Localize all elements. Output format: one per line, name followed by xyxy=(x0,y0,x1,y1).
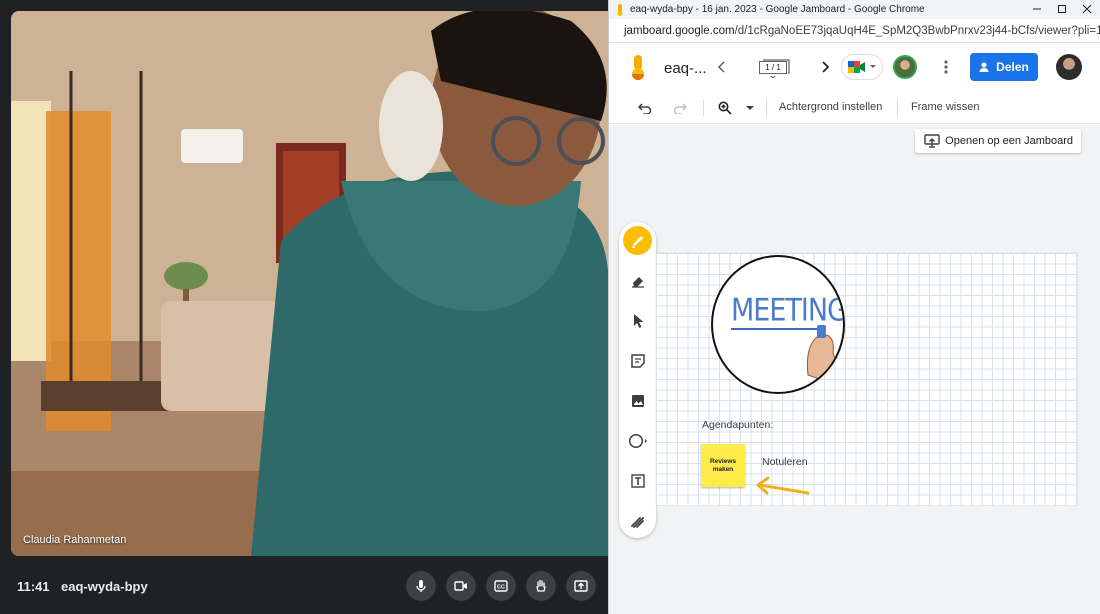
hand-drawn-arrow[interactable] xyxy=(752,475,812,499)
meeting-image[interactable]: MEETING xyxy=(711,255,845,394)
notes-label[interactable]: Notuleren xyxy=(762,456,808,468)
previous-frame-button[interactable] xyxy=(713,58,731,76)
drawing-tools-panel xyxy=(619,222,656,538)
cast-screen-icon xyxy=(924,134,940,148)
hand-icon xyxy=(536,579,546,592)
set-background-button[interactable]: Achtergrond instellen xyxy=(779,101,882,113)
url-host: jamboard.google.com xyxy=(624,24,735,37)
shape-tool[interactable] xyxy=(623,426,652,455)
participant-video: Claudia Rahanmetan xyxy=(11,11,608,556)
meeting-code: eaq-wyda-bpy xyxy=(61,579,148,594)
google-meet-icon xyxy=(848,61,865,73)
participant-name: Claudia Rahanmetan xyxy=(23,534,127,546)
maximize-icon xyxy=(1058,5,1066,13)
close-icon xyxy=(1082,4,1092,14)
sticky-note-icon xyxy=(630,353,645,368)
account-avatar[interactable] xyxy=(1056,54,1082,80)
zoom-button[interactable] xyxy=(716,99,734,117)
captions-button[interactable]: CC xyxy=(486,571,516,601)
select-tool[interactable] xyxy=(623,306,652,335)
url-path: /d/1cRgaNoEE73jqaUqH4E_SpM2Q3BwbPnrxv23j… xyxy=(734,24,1100,37)
redo-button[interactable] xyxy=(671,99,689,117)
laser-pointer-icon xyxy=(630,516,644,528)
caret-down-icon xyxy=(870,65,876,68)
zoom-dropdown-button[interactable] xyxy=(744,102,756,114)
eraser-tool[interactable] xyxy=(623,266,652,295)
window-titlebar: eaq-wyda-bpy - 16 jan. 2023 - Google Jam… xyxy=(609,0,1100,19)
camera-button[interactable] xyxy=(446,571,476,601)
meet-call-button[interactable] xyxy=(841,54,883,80)
chevron-left-icon xyxy=(717,61,725,73)
microphone-icon xyxy=(416,580,426,592)
svg-text:CC: CC xyxy=(497,585,505,591)
sticky-note[interactable]: Reviews maken xyxy=(701,444,745,487)
jamboard-logo-icon[interactable] xyxy=(626,54,650,82)
cursor-arrow-icon xyxy=(633,313,643,328)
text-box-tool[interactable] xyxy=(623,466,652,495)
collaborator-avatar[interactable] xyxy=(893,55,917,79)
writing-hand-illustration xyxy=(731,325,837,384)
toolbar-divider xyxy=(703,100,704,116)
address-bar[interactable]: jamboard.google.com/d/1cRgaNoEE73jqaUqH4… xyxy=(609,19,1100,43)
jamboard-workspace: Openen op een Jamboard MEETING Agendapun… xyxy=(609,125,1100,614)
frame-indicator: 1 / 1 xyxy=(759,61,787,74)
circle-shape-icon xyxy=(628,433,647,448)
pen-icon xyxy=(631,235,643,248)
jam-frame-canvas[interactable]: MEETING Agendapunten: Reviews maken Notu… xyxy=(656,253,1077,505)
more-options-button[interactable] xyxy=(939,57,953,77)
raise-hand-button[interactable] xyxy=(526,571,556,601)
captions-icon: CC xyxy=(494,580,508,592)
image-tool[interactable] xyxy=(623,386,652,415)
jamboard-toolbar: Achtergrond instellen Frame wissen xyxy=(609,92,1100,124)
chevron-right-icon xyxy=(822,61,830,73)
close-window-button[interactable] xyxy=(1080,2,1094,16)
caret-down-icon xyxy=(746,105,754,110)
more-vert-icon xyxy=(944,60,948,74)
present-icon xyxy=(574,580,588,592)
open-on-jamboard-label: Openen op een Jamboard xyxy=(945,135,1073,147)
eraser-icon xyxy=(631,276,644,288)
agenda-label[interactable]: Agendapunten: xyxy=(702,419,773,431)
share-button[interactable]: Delen xyxy=(970,53,1038,81)
clear-frame-button[interactable]: Frame wissen xyxy=(911,101,979,113)
present-button[interactable] xyxy=(566,571,596,601)
maximize-button[interactable] xyxy=(1055,2,1069,16)
frame-bar-button[interactable]: 1 / 1 xyxy=(755,56,791,78)
text-box-icon xyxy=(630,473,645,488)
open-on-jamboard-button[interactable]: Openen op een Jamboard xyxy=(915,129,1081,153)
jam-title[interactable]: eaq-... xyxy=(664,60,707,77)
video-scene xyxy=(11,11,608,556)
laser-tool[interactable] xyxy=(623,506,652,535)
pen-tool[interactable] xyxy=(623,226,652,255)
microphone-button[interactable] xyxy=(406,571,436,601)
undo-button[interactable] xyxy=(636,99,654,117)
redo-icon xyxy=(673,103,687,114)
meet-panel: Claudia Rahanmetan 11:41 eaq-wyda-bpy CC xyxy=(0,0,610,614)
minimize-icon xyxy=(1033,8,1041,10)
clock: 11:41 xyxy=(17,579,50,594)
minimize-button[interactable] xyxy=(1030,2,1044,16)
jamboard-favicon xyxy=(617,3,623,16)
meet-control-bar: 11:41 eaq-wyda-bpy CC xyxy=(0,562,610,614)
window-title: eaq-wyda-bpy - 16 jan. 2023 - Google Jam… xyxy=(630,4,925,15)
zoom-in-icon xyxy=(718,101,732,115)
next-frame-button[interactable] xyxy=(816,58,834,76)
undo-icon xyxy=(638,103,652,114)
toolbar-divider xyxy=(766,100,767,116)
camera-icon xyxy=(454,581,467,591)
person-add-icon xyxy=(979,62,989,72)
image-icon xyxy=(631,394,644,407)
toolbar-divider xyxy=(897,100,898,116)
sticky-note-tool[interactable] xyxy=(623,346,652,375)
share-label: Delen xyxy=(996,60,1029,74)
jamboard-header: eaq-... 1 / 1 Delen xyxy=(609,44,1100,90)
browser-window: eaq-wyda-bpy - 16 jan. 2023 - Google Jam… xyxy=(608,0,1100,614)
